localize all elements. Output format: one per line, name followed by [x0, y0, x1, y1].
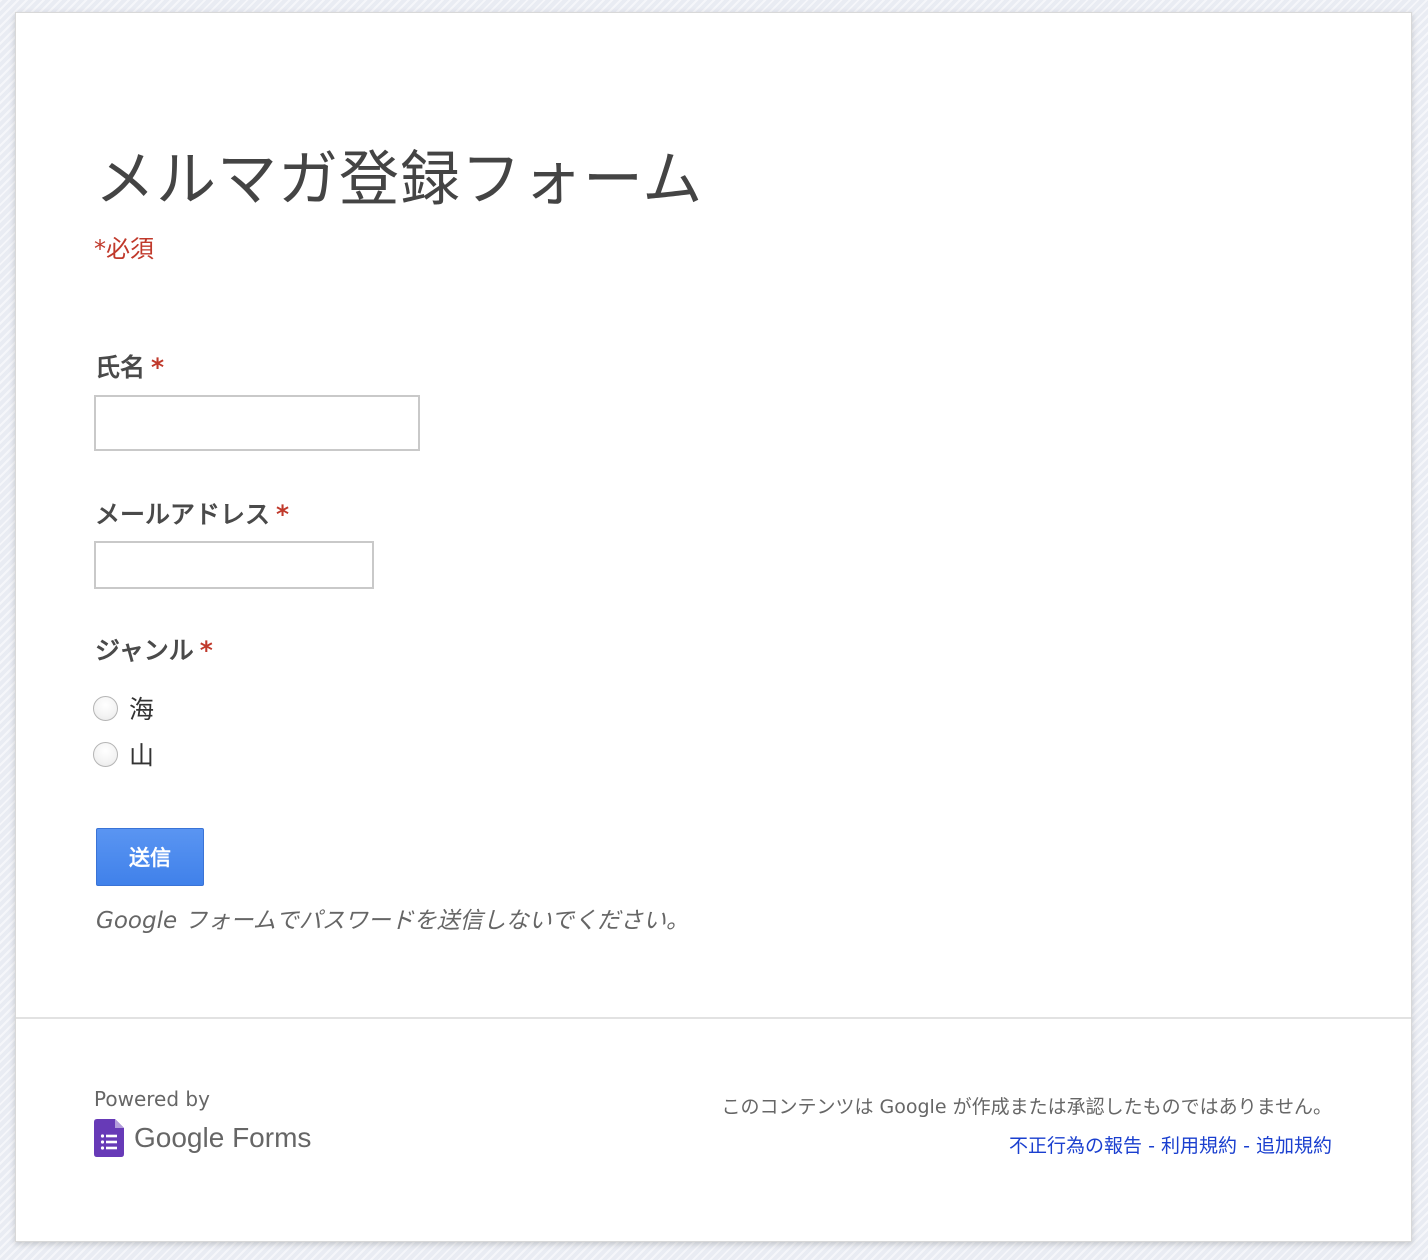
question-label-genre: ジャンル * — [95, 631, 213, 667]
footer-divider — [16, 1017, 1411, 1019]
radio-option-yama[interactable]: 山 — [93, 736, 154, 772]
question-label-text: メールアドレス — [95, 500, 271, 529]
link-separator: - — [1243, 1135, 1250, 1157]
submit-button[interactable]: 送信 — [96, 828, 204, 886]
link-separator: - — [1148, 1135, 1155, 1157]
radio-option-label: 山 — [129, 741, 155, 770]
radio-button[interactable] — [93, 741, 118, 767]
powered-by-label: Powered by — [94, 1087, 210, 1111]
question-label-email: メールアドレス * — [95, 495, 289, 531]
radio-option-label: 海 — [129, 695, 155, 724]
question-label-text: ジャンル — [95, 636, 194, 665]
google-forms-brand-text: Google Forms — [134, 1122, 312, 1153]
google-forms-icon — [94, 1119, 124, 1157]
email-input[interactable] — [94, 541, 374, 589]
content-disclaimer: このコンテンツは Google が作成または承認したものではありません。 — [721, 1096, 1332, 1118]
radio-option-umi[interactable]: 海 — [93, 690, 154, 726]
footer-links: 不正行為の報告 - 利用規約 - 追加規約 — [1009, 1131, 1332, 1158]
form-card: メルマガ登録フォーム *必須 氏名 * メールアドレス * ジャンル * 海 山 送信… — [15, 12, 1412, 1242]
report-abuse-link[interactable]: 不正行為の報告 — [1009, 1135, 1142, 1157]
required-asterisk: * — [276, 500, 290, 529]
google-forms-logo[interactable]: Google Forms — [94, 1119, 311, 1157]
question-label-text: 氏名 — [95, 353, 146, 382]
question-label-name: 氏名 * — [95, 348, 164, 384]
terms-link[interactable]: 利用規約 — [1161, 1135, 1237, 1157]
radio-button[interactable] — [93, 695, 118, 721]
password-warning: Google フォームでパスワードを送信しないでください。 — [96, 908, 690, 934]
name-input[interactable] — [94, 395, 420, 451]
additional-terms-link[interactable]: 追加規約 — [1256, 1135, 1332, 1157]
required-asterisk: * — [151, 353, 165, 382]
required-note: *必須 — [94, 235, 154, 263]
required-asterisk: * — [199, 636, 213, 665]
form-title: メルマガ登録フォーム — [95, 145, 704, 215]
